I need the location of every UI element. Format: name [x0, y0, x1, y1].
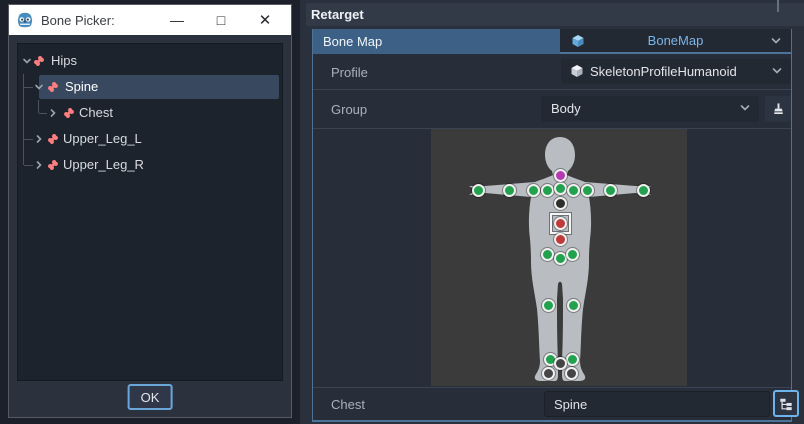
resource-cube-icon: [570, 64, 584, 78]
bone-map-dot-mapped[interactable]: [554, 182, 567, 195]
bone-map-dot-mapped[interactable]: [637, 184, 650, 197]
close-button[interactable]: ✕: [252, 5, 278, 35]
godot-icon: [16, 11, 34, 29]
bone-icon: [46, 80, 60, 94]
bone-tree: Hips Spine Chest Upper_Leg_L: [17, 43, 283, 381]
tree-item-hips[interactable]: Hips: [18, 48, 282, 74]
bone-map-dot-mapped[interactable]: [503, 184, 516, 197]
clear-mappings-button[interactable]: [765, 96, 791, 122]
chest-bone-input[interactable]: [544, 391, 770, 417]
bone-map-dot-mapped[interactable]: [566, 353, 579, 366]
bone-map-dot-empty[interactable]: [565, 367, 578, 380]
bone-map-dot-selected_group[interactable]: [554, 169, 567, 182]
bone-map-dot-mapped[interactable]: [567, 299, 580, 312]
bone-icon: [46, 158, 60, 172]
bone-map-dot-unmapped[interactable]: [554, 217, 567, 230]
chevron-right-icon[interactable]: [48, 108, 58, 118]
tree-item-upper-leg-l[interactable]: Upper_Leg_L: [18, 126, 282, 152]
bone-map-dot-mapped[interactable]: [604, 184, 617, 197]
bone-map-dot-mapped[interactable]: [541, 184, 554, 197]
minimize-button[interactable]: —: [164, 5, 190, 35]
maximize-button[interactable]: □: [208, 5, 234, 35]
group-value: Body: [551, 96, 581, 122]
bone-map-dot-mapped[interactable]: [541, 248, 554, 261]
group-label: Group: [331, 102, 367, 117]
bone-map-property-label[interactable]: Bone Map: [313, 29, 560, 54]
profile-value: SkeletonProfileHumanoid: [590, 59, 737, 84]
chevron-right-icon[interactable]: [34, 134, 44, 144]
bone-map-section: Bone Map BoneMap Profile SkeletonProf: [312, 29, 792, 422]
section-title: Retarget: [311, 7, 364, 22]
chevron-down-icon: [771, 66, 783, 76]
figure-canvas[interactable]: [431, 129, 687, 386]
bone-map-dot-unset[interactable]: [554, 197, 567, 210]
bone-map-dot-unmapped[interactable]: [554, 233, 567, 246]
tree-item-label: Spine: [65, 74, 98, 100]
background-ui-divider: [777, 0, 779, 12]
bone-map-dot-mapped[interactable]: [566, 248, 579, 261]
retarget-section-header[interactable]: Retarget: [306, 3, 804, 26]
bone-map-dot-mapped[interactable]: [472, 184, 485, 197]
profile-dropdown[interactable]: SkeletonProfileHumanoid: [561, 59, 791, 84]
bone-map-resource-dropdown[interactable]: BoneMap: [560, 29, 791, 54]
bone-map-dot-mapped[interactable]: [581, 184, 594, 197]
tree-item-label: Upper_Leg_L: [63, 126, 142, 152]
bone-picker-dialog: Bone Picker: — □ ✕ Hips: [8, 4, 292, 418]
bone-map-dot-empty[interactable]: [554, 357, 567, 370]
tree-item-chest[interactable]: Chest: [18, 100, 282, 126]
bone-map-dot-mapped[interactable]: [527, 184, 540, 197]
tree-item-upper-leg-r[interactable]: Upper_Leg_R: [18, 152, 282, 178]
dialog-title: Bone Picker:: [41, 13, 115, 28]
ok-button[interactable]: OK: [128, 384, 173, 410]
resource-value: BoneMap: [560, 29, 791, 53]
chevron-right-icon[interactable]: [34, 160, 44, 170]
chevron-down-icon[interactable]: [34, 82, 44, 92]
profile-label: Profile: [331, 65, 368, 80]
row-separator: [313, 89, 791, 90]
bone-icon: [32, 54, 46, 68]
row-separator: [313, 387, 791, 388]
chest-bone-label: Chest: [331, 397, 365, 412]
bone-icon: [62, 106, 76, 120]
bone-map-dot-mapped[interactable]: [554, 252, 567, 265]
group-select[interactable]: Body: [541, 96, 759, 122]
bone-map-dot-mapped[interactable]: [542, 299, 555, 312]
chevron-down-icon[interactable]: [22, 56, 32, 66]
bone-map-dot-empty[interactable]: [542, 367, 555, 380]
inspector-panel: Retarget Bone Map BoneMap Profile: [300, 0, 804, 424]
dialog-titlebar[interactable]: Bone Picker: — □ ✕: [9, 5, 291, 35]
chevron-down-icon: [770, 36, 782, 46]
bone-map-dot-mapped[interactable]: [567, 184, 580, 197]
tree-item-label: Upper_Leg_R: [63, 152, 144, 178]
broom-icon: [771, 102, 786, 117]
bone-icon: [46, 132, 60, 146]
tree-item-label: Chest: [79, 100, 113, 126]
dialog-footer: OK: [9, 381, 291, 417]
tree-icon: [779, 397, 793, 411]
tree-item-spine[interactable]: Spine: [18, 74, 282, 100]
chevron-down-icon: [739, 103, 751, 113]
open-bone-picker-button[interactable]: [773, 390, 799, 417]
screenshot-root: Bone Picker: — □ ✕ Hips: [0, 0, 804, 424]
tree-item-label: Hips: [51, 48, 77, 74]
